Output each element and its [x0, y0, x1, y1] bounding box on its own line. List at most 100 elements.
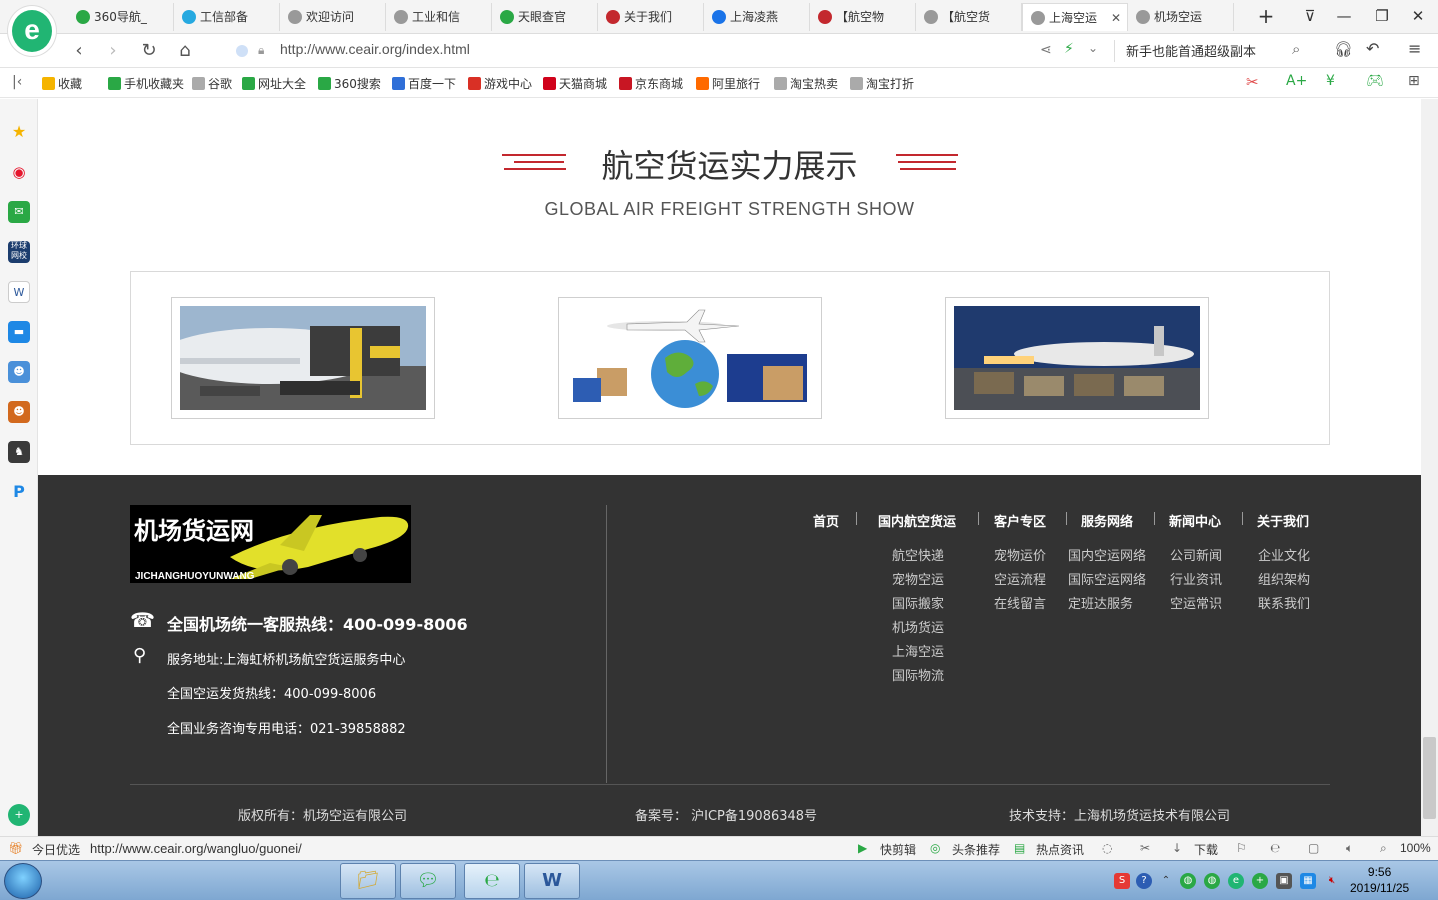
restore-button[interactable]: ❐ — [1368, 4, 1396, 28]
footer-nav-item[interactable]: 新闻中心 — [1169, 511, 1221, 530]
windows-start-button[interactable] — [4, 863, 42, 899]
share-icon[interactable]: ⋖ — [1040, 42, 1052, 58]
bookmark-item[interactable]: 淘宝热卖 — [774, 75, 838, 92]
zoom-icon[interactable]: ⌕ — [1380, 841, 1387, 856]
tools-icon[interactable]: ✂ — [1140, 841, 1150, 855]
translate-icon[interactable]: A+ — [1286, 73, 1307, 89]
browser-tab[interactable]: 欢迎访问 — [280, 3, 386, 31]
footer-sublink[interactable]: 定班达服务 — [1068, 593, 1133, 612]
tray-expand-icon[interactable]: ⌃ — [1158, 873, 1174, 889]
news-app-icon[interactable]: 环球 网校 — [8, 241, 30, 263]
gallery-card[interactable] — [945, 297, 1209, 419]
bookmark-item[interactable]: 淘宝打折 — [850, 75, 914, 92]
network-tray-icon[interactable]: ▦ — [1300, 873, 1316, 889]
sogou-icon[interactable]: S — [1114, 873, 1130, 889]
gallery-card[interactable] — [171, 297, 435, 419]
footer-sublink[interactable]: 组织架构 — [1258, 569, 1310, 588]
close-tab-icon[interactable]: ✕ — [1111, 4, 1121, 31]
gallery-card[interactable] — [558, 297, 822, 419]
footer-sublink[interactable]: 空运常识 — [1170, 593, 1222, 612]
gift-icon[interactable]: 🎁︎ — [8, 841, 23, 855]
browser-360-icon[interactable]: ℮ — [464, 863, 520, 899]
scrollbar-thumb[interactable] — [1423, 737, 1436, 819]
browser-tab[interactable]: 360导航_ — [68, 3, 174, 31]
today-picks-label[interactable]: 今日优选 — [32, 841, 80, 858]
chat-icon[interactable]: ▬ — [8, 321, 30, 343]
browser-tab[interactable]: 机场空运 — [1128, 3, 1234, 31]
download-label[interactable]: 下载 — [1194, 841, 1218, 858]
footer-sublink[interactable]: 企业文化 — [1258, 545, 1310, 564]
hot-news-icon[interactable]: ▤ — [1014, 841, 1025, 855]
home-icon[interactable]: ⌂ — [172, 38, 198, 64]
game-app-icon[interactable]: ☻ — [8, 361, 30, 383]
window-icon[interactable]: ▢ — [1308, 841, 1319, 855]
footer-sublink[interactable]: 国际搬家 — [892, 593, 944, 612]
word-icon[interactable]: W — [524, 863, 580, 899]
lightning-icon[interactable]: ⚡ — [1064, 41, 1074, 57]
refresh-button[interactable]: ↻ — [136, 38, 162, 64]
browser-tab[interactable]: 【航空物 — [810, 3, 916, 31]
bookmark-item[interactable]: 阿里旅行 — [696, 75, 760, 92]
favorites-star-icon[interactable]: ★ — [8, 121, 30, 143]
headline-icon[interactable]: ◎ — [930, 841, 940, 855]
bookmark-item[interactable]: 游戏中心 — [468, 75, 532, 92]
weibo-icon[interactable]: ◉ — [8, 161, 30, 183]
headline-label[interactable]: 头条推荐 — [952, 841, 1000, 858]
chevron-down-icon[interactable]: ⌄ — [1088, 41, 1098, 55]
footer-sublink[interactable]: 国际物流 — [892, 665, 944, 684]
url-input[interactable]: http://www.ceair.org/index.html — [280, 41, 470, 57]
footer-sublink[interactable]: 上海空运 — [892, 641, 944, 660]
close-window-button[interactable]: ✕ — [1404, 4, 1432, 28]
download-icon[interactable]: ↓ — [1172, 841, 1182, 855]
game-app-icon-2[interactable]: ☻ — [8, 401, 30, 423]
footer-sublink[interactable]: 国内空运网络 — [1068, 545, 1146, 564]
wechat-tray-icon-2[interactable]: ◍ — [1204, 873, 1220, 889]
scrollbar[interactable] — [1421, 99, 1438, 836]
yen-icon[interactable]: ¥ — [1326, 73, 1335, 89]
global-logistics-image[interactable] — [567, 306, 813, 410]
tshirt-icon[interactable]: ⊽ — [1296, 4, 1324, 28]
footer-sublink[interactable]: 行业资讯 — [1170, 569, 1222, 588]
footer-sublink[interactable]: 在线留言 — [994, 593, 1046, 612]
airport-apron-image[interactable] — [954, 306, 1200, 410]
browser-tray-icon[interactable]: e — [1228, 873, 1244, 889]
quick-edit-icon[interactable]: ▶ — [858, 841, 867, 855]
footer-sublink[interactable]: 公司新闻 — [1170, 545, 1222, 564]
bookmark-item[interactable]: 天猫商城 — [543, 75, 607, 92]
footer-nav-item[interactable]: 客户专区 — [994, 511, 1046, 530]
footer-sublink[interactable]: 机场货运 — [892, 617, 944, 636]
device-tray-icon[interactable]: ▣ — [1276, 873, 1292, 889]
footer-sublink[interactable]: 联系我们 — [1258, 593, 1310, 612]
icp-number[interactable]: 备案号： 沪ICP备19086348号 — [635, 805, 817, 824]
footer-nav-item[interactable]: 服务网络 — [1081, 511, 1133, 530]
word-doc-icon[interactable]: W — [8, 281, 30, 303]
footer-nav-item[interactable]: 国内航空货运 — [878, 511, 956, 530]
back-button[interactable]: ‹ — [66, 38, 92, 64]
menu-icon[interactable]: ≡ — [1408, 39, 1421, 58]
file-explorer-icon[interactable]: 📁︎ — [340, 863, 396, 899]
apps-grid-icon[interactable]: ⊞ — [1408, 73, 1420, 89]
clock[interactable]: 9:56 2019/11/25 — [1350, 864, 1409, 896]
security-icon[interactable] — [236, 45, 248, 57]
collapse-icon[interactable]: |‹ — [12, 74, 22, 90]
browser-tab[interactable]: 【航空货 — [916, 3, 1022, 31]
cargo-loading-image[interactable] — [180, 306, 426, 410]
new-tab-button[interactable]: + — [1252, 4, 1280, 28]
hot-news-label[interactable]: 热点资讯 — [1036, 841, 1084, 858]
footer-sublink[interactable]: 国际空运网络 — [1068, 569, 1146, 588]
forward-button[interactable]: › — [100, 38, 126, 64]
flag-icon[interactable]: ⚐ — [1236, 841, 1247, 855]
footer-sublink[interactable]: 空运流程 — [994, 569, 1046, 588]
security-tray-icon[interactable]: + — [1252, 873, 1268, 889]
browser-logo-icon[interactable]: e — [8, 6, 56, 56]
browser-tab[interactable]: 天眼查官 — [492, 3, 598, 31]
add-circle-icon[interactable]: + — [8, 804, 30, 826]
search-icon[interactable]: ⌕ — [1292, 40, 1300, 58]
minimize-button[interactable]: — — [1330, 4, 1358, 28]
zoom-level[interactable]: 100% — [1400, 841, 1431, 855]
speed-icon[interactable]: ◌ — [1102, 841, 1112, 855]
wechat-tray-icon[interactable]: ◍ — [1180, 873, 1196, 889]
footer-nav-item[interactable]: 首页 — [813, 511, 839, 530]
footer-sublink[interactable]: 航空快递 — [892, 545, 944, 564]
game-app-icon-3[interactable]: ♞ — [8, 441, 30, 463]
